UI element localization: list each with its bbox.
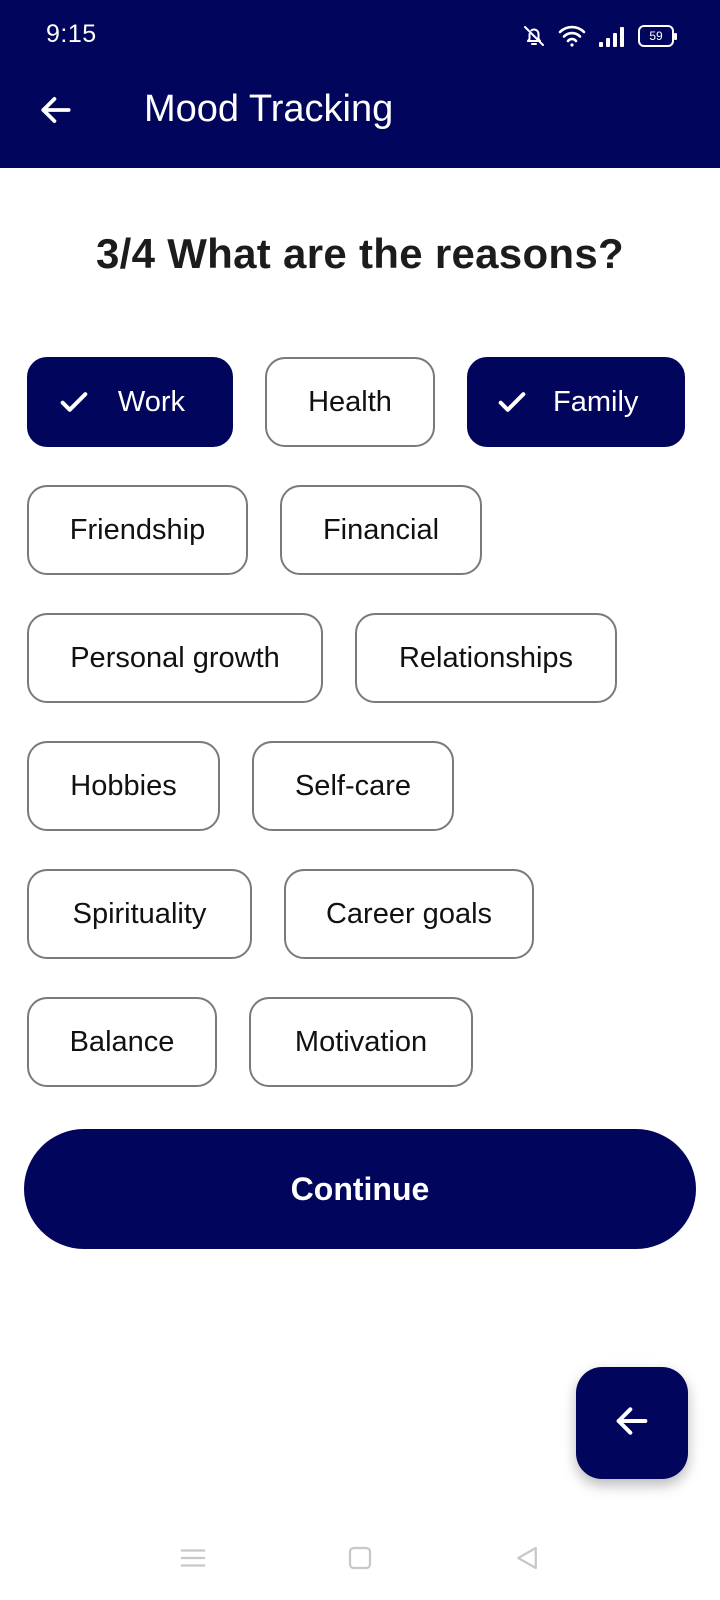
- chip-label: Friendship: [69, 513, 206, 546]
- chip-label: Family: [553, 385, 639, 418]
- chip-relationships[interactable]: Relationships: [355, 613, 617, 703]
- chip-label: Hobbies: [70, 769, 177, 802]
- chip-row: Work Health Family: [27, 357, 697, 447]
- app-screen: 9:15 59 Mood Tracking 3/4 What are the r…: [0, 0, 720, 1600]
- continue-label: Continue: [290, 1170, 430, 1207]
- chip-row: Balance Motivation: [27, 997, 697, 1087]
- chip-personal-growth[interactable]: Personal growth: [27, 613, 323, 703]
- chip-label: Self-care: [294, 769, 412, 802]
- chip-label: Career goals: [325, 897, 493, 930]
- signal-icon: [598, 24, 626, 48]
- app-title: Mood Tracking: [144, 88, 394, 130]
- wifi-icon: [558, 24, 586, 48]
- status-icons: 59: [522, 22, 677, 50]
- chip-label: Relationships: [398, 641, 574, 674]
- arrow-left-icon: [612, 1401, 652, 1446]
- back-nav-button[interactable]: [497, 1530, 557, 1590]
- arrow-left-icon: [37, 91, 75, 134]
- chip-label: Motivation: [294, 1025, 428, 1058]
- bell-off-icon: [522, 24, 546, 48]
- check-icon: [495, 382, 529, 422]
- battery-icon: 59: [638, 25, 677, 47]
- home-nav-button[interactable]: [330, 1530, 390, 1590]
- chip-motivation[interactable]: Motivation: [249, 997, 473, 1087]
- menu-icon: [178, 1543, 208, 1578]
- chip-work[interactable]: Work: [27, 357, 233, 447]
- check-icon: [55, 382, 94, 422]
- chip-financial[interactable]: Financial: [280, 485, 482, 575]
- reason-chips: Work Health Family Friendship Financial: [27, 357, 697, 1125]
- back-triangle-icon: [512, 1543, 542, 1578]
- chip-label: Spirituality: [72, 897, 207, 930]
- chip-family[interactable]: Family: [467, 357, 685, 447]
- chip-row: Hobbies Self-care: [27, 741, 697, 831]
- chip-label: Work: [117, 385, 185, 418]
- chip-label: Balance: [69, 1025, 175, 1058]
- question-heading: 3/4 What are the reasons?: [95, 230, 624, 277]
- home-square-icon: [345, 1543, 375, 1578]
- chip-row: Personal growth Relationships: [27, 613, 697, 703]
- chip-career-goals[interactable]: Career goals: [284, 869, 534, 959]
- status-time: 9:15: [46, 20, 97, 48]
- top-bar: 9:15 59 Mood Tracking: [0, 0, 720, 168]
- chip-label: Personal growth: [70, 641, 280, 674]
- chip-health[interactable]: Health: [265, 357, 435, 447]
- chip-balance[interactable]: Balance: [27, 997, 217, 1087]
- chip-self-care[interactable]: Self-care: [252, 741, 454, 831]
- previous-step-fab[interactable]: [576, 1367, 688, 1479]
- chip-friendship[interactable]: Friendship: [27, 485, 248, 575]
- chip-label: Financial: [322, 513, 440, 546]
- chip-row: Friendship Financial: [27, 485, 697, 575]
- menu-nav-button[interactable]: [163, 1530, 223, 1590]
- chip-row: Spirituality Career goals: [27, 869, 697, 959]
- back-button[interactable]: [30, 86, 82, 138]
- continue-button[interactable]: Continue: [24, 1129, 696, 1249]
- system-nav-bar: [0, 1520, 720, 1600]
- chip-spirituality[interactable]: Spirituality: [27, 869, 252, 959]
- chip-label: Health: [308, 385, 392, 418]
- chip-hobbies[interactable]: Hobbies: [27, 741, 220, 831]
